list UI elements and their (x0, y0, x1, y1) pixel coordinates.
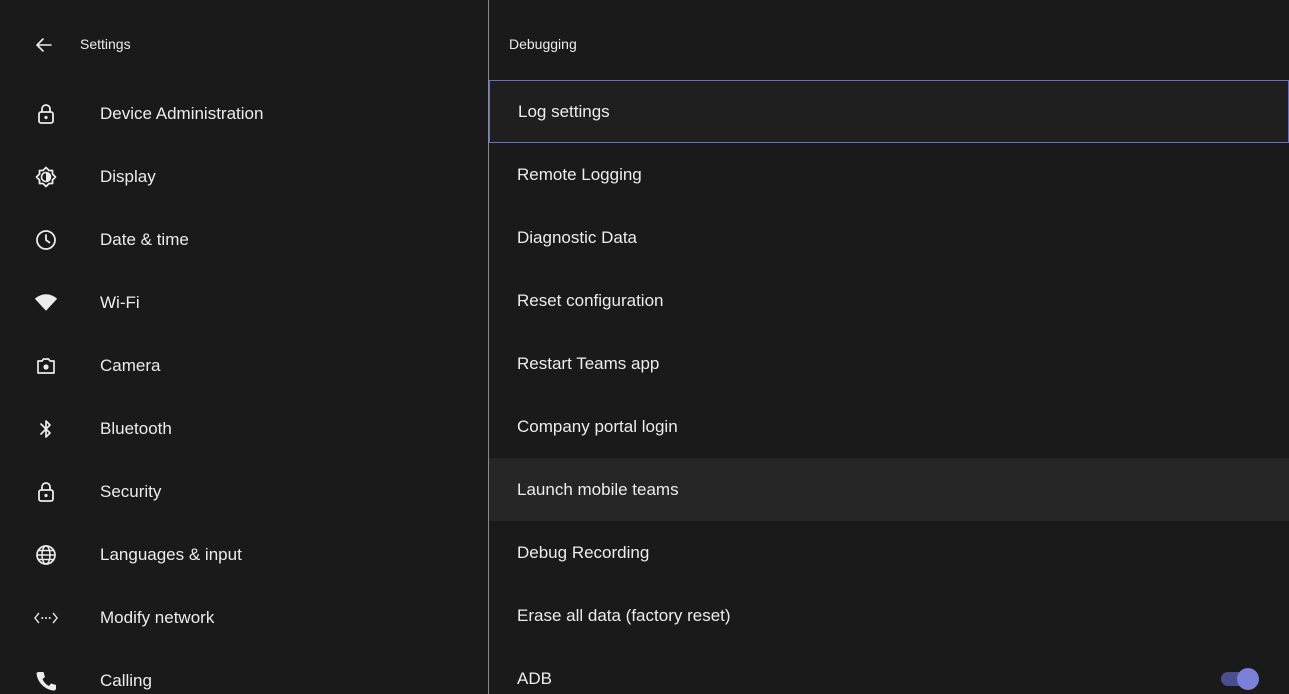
list-item-label: Erase all data (factory reset) (517, 605, 731, 625)
brightness-icon (34, 165, 58, 189)
globe-icon (34, 543, 58, 567)
settings-sidebar: Settings Device Administration Display D… (0, 0, 488, 694)
sidebar-item-label: Display (100, 166, 156, 186)
list-item-label: Reset configuration (517, 290, 664, 310)
sidebar-item-label: Security (100, 481, 162, 501)
list-item-adb[interactable]: ADB (489, 647, 1289, 694)
sidebar-item-camera[interactable]: Camera (0, 334, 488, 397)
list-item-label: Log settings (518, 101, 610, 121)
sidebar-item-calling[interactable]: Calling (0, 649, 488, 694)
list-item-log-settings[interactable]: Log settings (489, 80, 1289, 143)
bluetooth-icon (34, 417, 58, 441)
list-item-label: Remote Logging (517, 164, 642, 184)
network-code-icon (34, 606, 58, 630)
list-item-erase-all-data[interactable]: Erase all data (factory reset) (489, 584, 1289, 647)
lock-icon (34, 480, 58, 504)
settings-menu: Device Administration Display Date & tim… (0, 82, 488, 694)
sidebar-item-device-administration[interactable]: Device Administration (0, 82, 488, 145)
list-item-remote-logging[interactable]: Remote Logging (489, 143, 1289, 206)
sidebar-item-label: Bluetooth (100, 418, 172, 438)
list-item-label: Restart Teams app (517, 353, 660, 373)
list-item-label: Debug Recording (517, 542, 650, 562)
adb-toggle[interactable] (1219, 667, 1259, 690)
list-item-company-portal-login[interactable]: Company portal login (489, 395, 1289, 458)
phone-icon (34, 669, 58, 693)
sidebar-item-label: Languages & input (100, 544, 242, 564)
sidebar-item-modify-network[interactable]: Modify network (0, 586, 488, 649)
sidebar-item-display[interactable]: Display (0, 145, 488, 208)
sidebar-item-date-time[interactable]: Date & time (0, 208, 488, 271)
sidebar-item-label: Calling (100, 670, 152, 690)
sidebar-item-label: Wi-Fi (100, 292, 140, 312)
sidebar-item-label: Camera (100, 355, 161, 375)
sidebar-item-label: Device Administration (100, 103, 264, 123)
sidebar-item-bluetooth[interactable]: Bluetooth (0, 397, 488, 460)
sidebar-item-languages-input[interactable]: Languages & input (0, 523, 488, 586)
list-item-reset-configuration[interactable]: Reset configuration (489, 269, 1289, 332)
debugging-pane: Debugging Log settings Remote Logging Di… (489, 0, 1289, 694)
toggle-thumb (1237, 667, 1259, 690)
lock-icon (34, 102, 58, 126)
debugging-title: Debugging (509, 36, 577, 52)
list-item-restart-teams-app[interactable]: Restart Teams app (489, 332, 1289, 395)
sidebar-item-label: Date & time (100, 229, 189, 249)
list-item-debug-recording[interactable]: Debug Recording (489, 521, 1289, 584)
camera-icon (34, 354, 58, 378)
wifi-icon (34, 291, 58, 315)
arrow-left-icon (34, 35, 54, 55)
debugging-list: Log settings Remote Logging Diagnostic D… (489, 80, 1289, 694)
list-item-diagnostic-data[interactable]: Diagnostic Data (489, 206, 1289, 269)
settings-title: Settings (80, 36, 131, 52)
list-item-label: Company portal login (517, 416, 678, 436)
sidebar-item-wifi[interactable]: Wi-Fi (0, 271, 488, 334)
list-item-label: Launch mobile teams (517, 479, 679, 499)
list-item-label: ADB (517, 668, 552, 688)
list-item-launch-mobile-teams[interactable]: Launch mobile teams (489, 458, 1289, 521)
back-button[interactable] (28, 29, 60, 61)
sidebar-item-security[interactable]: Security (0, 460, 488, 523)
sidebar-item-label: Modify network (100, 607, 215, 627)
list-item-label: Diagnostic Data (517, 227, 638, 247)
clock-icon (34, 228, 58, 252)
settings-app: Settings Device Administration Display D… (0, 0, 1289, 694)
